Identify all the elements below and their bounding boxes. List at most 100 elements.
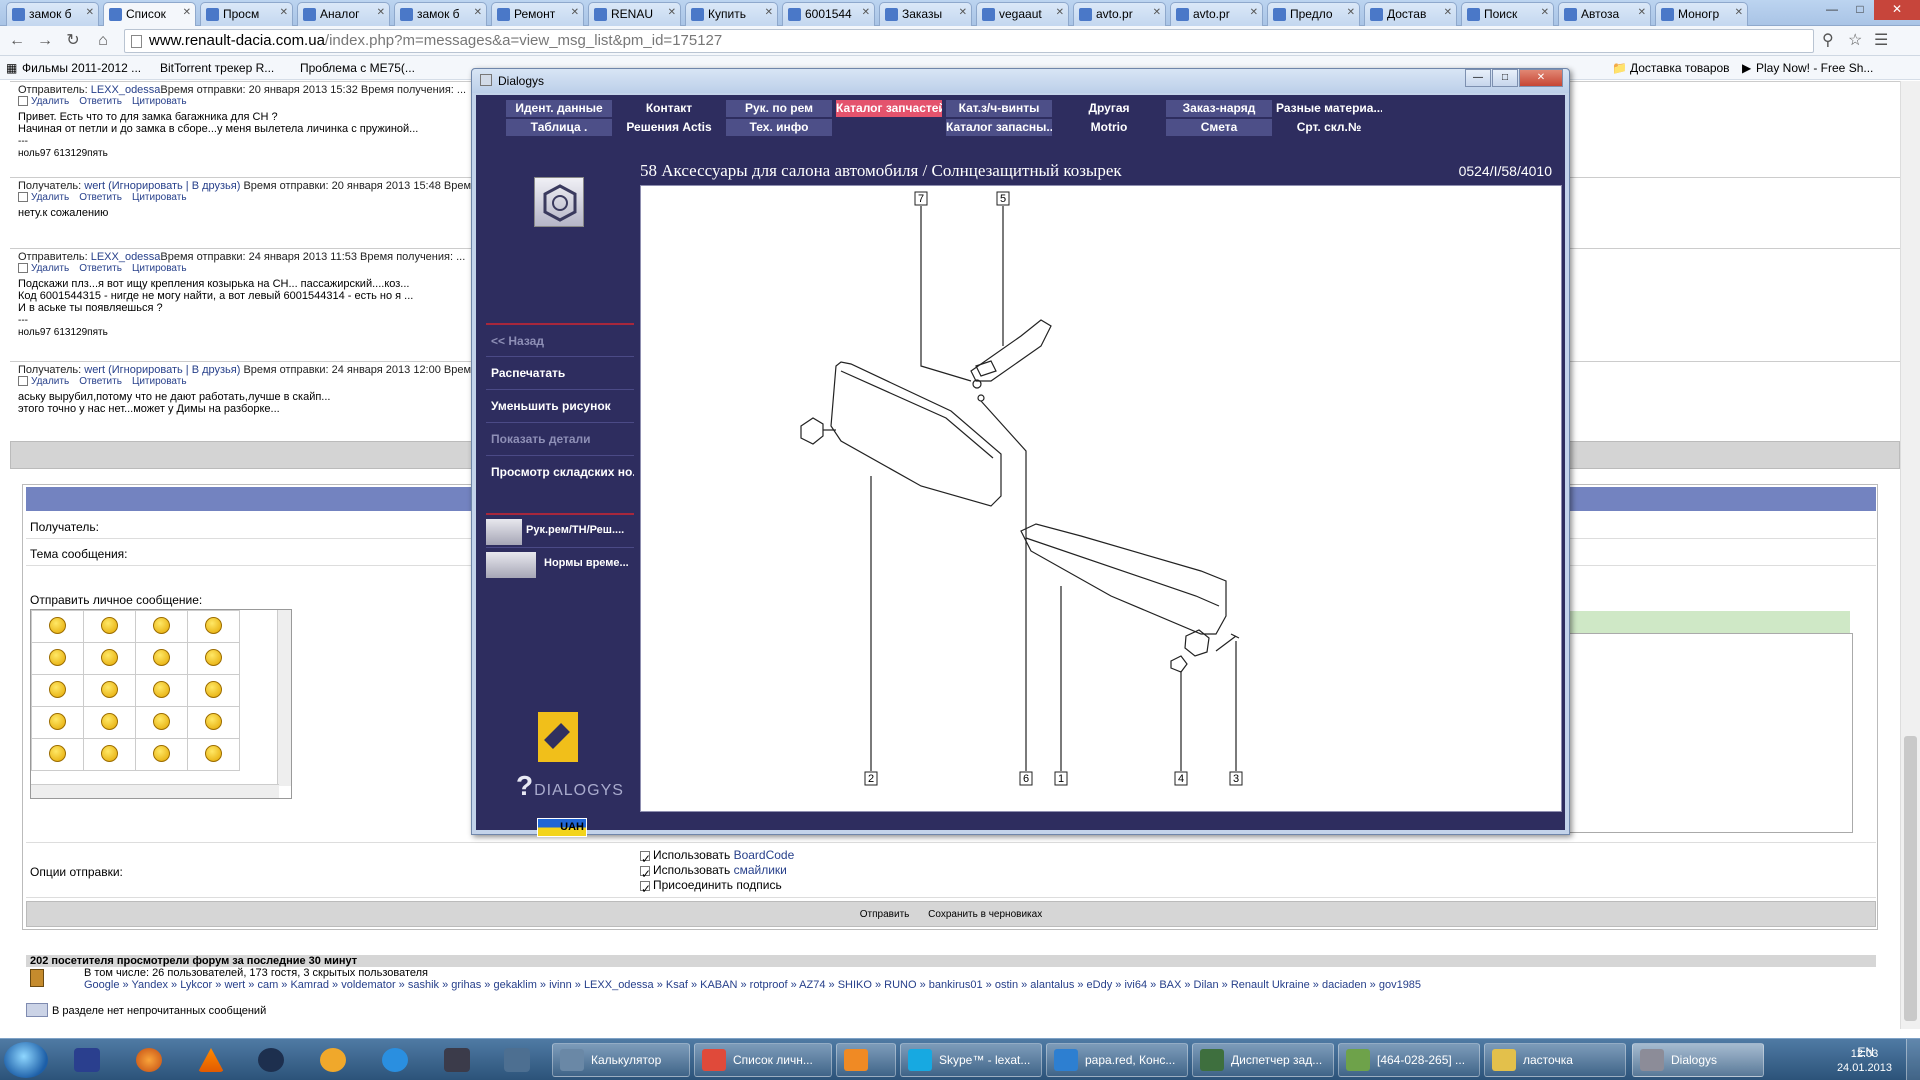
- smiley-cell[interactable]: [135, 738, 188, 771]
- show-details-button[interactable]: Показать детали: [486, 422, 634, 454]
- smiley-cell[interactable]: [31, 706, 84, 739]
- message-action-link[interactable]: Цитировать: [132, 376, 187, 387]
- smiley-cell[interactable]: [83, 610, 136, 643]
- message-user-link[interactable]: wert (Игнорировать | В друзья): [84, 180, 240, 192]
- parts-diagram-canvas[interactable]: 7 5 2 6 1 4 3: [640, 185, 1562, 812]
- menu-item[interactable]: Контакт: [616, 100, 722, 117]
- smiley-cell[interactable]: [135, 610, 188, 643]
- tab-close-icon[interactable]: ✕: [1638, 7, 1646, 18]
- message-action-link[interactable]: Удалить: [31, 96, 69, 107]
- menu-wrench-icon[interactable]: ☰: [1874, 30, 1888, 50]
- forward-arrow-icon[interactable]: →: [34, 31, 56, 51]
- system-clock[interactable]: 12:03 24.01.2013: [1837, 1047, 1892, 1075]
- menu-item[interactable]: Другая: [1056, 100, 1162, 117]
- smiley-cell[interactable]: [31, 642, 84, 675]
- currency-badge[interactable]: UAH: [537, 818, 587, 837]
- tab-close-icon[interactable]: ✕: [377, 7, 385, 18]
- tab-close-icon[interactable]: ✕: [1541, 7, 1549, 18]
- taskbar-app[interactable]: Диспетчер зад...: [1192, 1043, 1334, 1077]
- smiley-cell[interactable]: [83, 738, 136, 771]
- menu-item[interactable]: Срт. скл.№: [1276, 119, 1382, 136]
- taskbar-app[interactable]: papa.red, Конс...: [1046, 1043, 1188, 1077]
- browser-tab[interactable]: Купить ✕: [685, 2, 778, 26]
- scrollbar-thumb[interactable]: [1904, 736, 1917, 1021]
- message-action-link[interactable]: Удалить: [31, 192, 69, 203]
- select-checkbox[interactable]: [18, 96, 28, 107]
- home-icon[interactable]: ⌂: [92, 31, 114, 51]
- bookmark-star-icon[interactable]: ☆: [1848, 30, 1862, 50]
- smiley-cell[interactable]: [83, 674, 136, 707]
- browser-tab[interactable]: замок б ✕: [394, 2, 487, 26]
- smiley-cell[interactable]: [83, 642, 136, 675]
- taskbar-app[interactable]: [464-028-265] ...: [1338, 1043, 1480, 1077]
- part-callout[interactable]: 6: [1019, 771, 1033, 786]
- menu-item[interactable]: Смета: [1166, 119, 1272, 136]
- message-user-link[interactable]: LEXX_odessa: [91, 84, 161, 96]
- apps-icon[interactable]: ▦: [6, 61, 17, 75]
- taskbar-app[interactable]: [836, 1043, 896, 1077]
- bookmark-item[interactable]: Проблема с МЕ75(...: [300, 61, 415, 75]
- tab-close-icon[interactable]: ✕: [183, 7, 191, 18]
- part-callout[interactable]: 4: [1174, 771, 1188, 786]
- bookmark-item[interactable]: Play Now! - Free Sh...: [1756, 61, 1873, 75]
- close-icon[interactable]: ✕: [1874, 0, 1920, 20]
- menu-item[interactable]: Тех. инфо: [726, 119, 832, 136]
- select-checkbox[interactable]: [18, 263, 28, 274]
- smiley-cell[interactable]: [135, 642, 188, 675]
- browser-tab[interactable]: Моногр ✕: [1655, 2, 1748, 26]
- reload-icon[interactable]: ↻: [62, 31, 84, 51]
- browser-tab[interactable]: 6001544 ✕: [782, 2, 875, 26]
- browser-tab[interactable]: Достав ✕: [1364, 2, 1457, 26]
- bookmark-item[interactable]: Доставка товаров: [1630, 61, 1730, 75]
- browser-tab[interactable]: Заказы ✕: [879, 2, 972, 26]
- smiley-cell[interactable]: [187, 642, 240, 675]
- send-button[interactable]: Отправить: [856, 908, 914, 921]
- browser-tab[interactable]: замок б ✕: [6, 2, 99, 26]
- message-action-link[interactable]: Удалить: [31, 263, 69, 274]
- print-button[interactable]: Распечатать: [486, 356, 634, 388]
- browser-tab[interactable]: Просм ✕: [200, 2, 293, 26]
- browser-tab[interactable]: Ремонт ✕: [491, 2, 584, 26]
- browser-tab[interactable]: avto.pr ✕: [1170, 2, 1263, 26]
- menu-item[interactable]: Каталог запчастей: [836, 100, 942, 117]
- browser-tab[interactable]: Поиск ✕: [1461, 2, 1554, 26]
- smileys-hscrollbar[interactable]: [31, 784, 279, 798]
- menu-item[interactable]: Motrio: [1056, 119, 1162, 136]
- message-action-link[interactable]: Ответить: [79, 192, 122, 203]
- message-action-link[interactable]: Цитировать: [132, 96, 187, 107]
- firefox-icon[interactable]: [124, 1043, 174, 1077]
- smileys-scrollbar[interactable]: [277, 610, 291, 786]
- online-users-list[interactable]: Google » Yandex » Lykcor » wert » cam » …: [26, 979, 1876, 991]
- select-checkbox[interactable]: [18, 192, 28, 203]
- select-checkbox[interactable]: [18, 376, 28, 387]
- tab-close-icon[interactable]: ✕: [668, 7, 676, 18]
- part-callout[interactable]: 3: [1229, 771, 1243, 786]
- avast-icon[interactable]: [308, 1043, 358, 1077]
- tab-close-icon[interactable]: ✕: [1250, 7, 1258, 18]
- close-icon[interactable]: ✕: [1519, 69, 1563, 87]
- show-desktop-button[interactable]: [1906, 1039, 1920, 1080]
- minimize-icon[interactable]: —: [1465, 69, 1491, 87]
- zoom-out-button[interactable]: Уменьшить рисунок: [486, 389, 634, 421]
- smileys-checkbox[interactable]: ✓: [640, 865, 651, 881]
- address-bar[interactable]: www.renault-dacia.com.ua/index.php?m=mes…: [124, 29, 1814, 53]
- tab-close-icon[interactable]: ✕: [86, 7, 94, 18]
- bookmark-item[interactable]: Фильмы 2011-2012 ...: [22, 61, 141, 75]
- menu-item[interactable]: Кат.з/ч-винты: [946, 100, 1052, 117]
- tab-close-icon[interactable]: ✕: [1444, 7, 1452, 18]
- bookmark-item[interactable]: BitTorrent трекер R...: [160, 61, 274, 75]
- browser-tab[interactable]: avto.pr ✕: [1073, 2, 1166, 26]
- vlc-icon[interactable]: [186, 1043, 236, 1077]
- part-callout[interactable]: 7: [914, 191, 928, 206]
- smiley-cell[interactable]: [187, 674, 240, 707]
- menu-item[interactable]: Рук. по рем: [726, 100, 832, 117]
- back-button[interactable]: << Назад: [486, 323, 634, 355]
- tab-close-icon[interactable]: ✕: [474, 7, 482, 18]
- tab-close-icon[interactable]: ✕: [862, 7, 870, 18]
- signature-checkbox[interactable]: ✓: [640, 880, 651, 896]
- stock-view-button[interactable]: Просмотр складских но...: [486, 455, 634, 487]
- browser-tab[interactable]: Список ✕: [103, 2, 196, 26]
- smiley-cell[interactable]: [135, 674, 188, 707]
- message-action-link[interactable]: Ответить: [79, 96, 122, 107]
- taskbar-app[interactable]: Dialogys: [1632, 1043, 1764, 1077]
